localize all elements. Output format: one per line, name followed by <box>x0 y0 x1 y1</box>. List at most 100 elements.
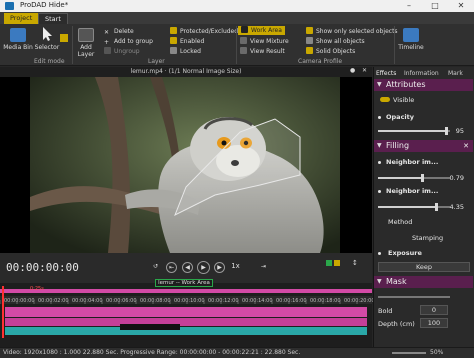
zoom-value: 50% <box>430 349 444 356</box>
delete-icon: ✕ <box>104 29 110 36</box>
marker-label: 0:25s <box>30 286 44 292</box>
work-area-track[interactable] <box>0 289 372 293</box>
ribbon-divider <box>236 26 237 64</box>
end-icon[interactable]: ⇥ <box>258 262 269 273</box>
layer-track[interactable] <box>5 318 367 326</box>
timeline-icon <box>403 28 419 42</box>
close-button[interactable]: ✕ <box>448 0 474 12</box>
ruler-tick-label: 00:00:20:00 <box>344 298 375 304</box>
clip-label[interactable]: lemur -- Work Area <box>155 279 213 287</box>
protected-excluded-toggle[interactable]: Protected/Excluded <box>170 27 238 36</box>
neighbor-2-slider[interactable] <box>378 203 450 211</box>
section-attributes[interactable]: ▼ Attributes <box>374 79 473 91</box>
snap-icon[interactable]: ↕ <box>352 259 358 267</box>
selector-mode-icon[interactable] <box>60 34 68 42</box>
work-area-button[interactable]: Work Area <box>238 26 285 35</box>
solid-objects-toggle[interactable]: Solid Objects <box>306 47 355 56</box>
view-result-button[interactable]: View Result <box>240 47 285 56</box>
delete-button[interactable]: ✕ Delete <box>104 27 134 36</box>
mixture-icon <box>240 37 247 44</box>
plus-icon: + <box>104 39 110 46</box>
zoom-slider[interactable] <box>392 352 426 354</box>
bullet-icon <box>378 252 381 255</box>
protected-icon <box>170 27 177 34</box>
loop-icon[interactable]: ↺ <box>150 262 161 273</box>
ungroup-icon <box>104 47 111 54</box>
ruler-tick-label: 00:00:12:00 <box>208 298 239 304</box>
opacity-slider[interactable] <box>378 127 450 135</box>
section-mask[interactable]: ▼ Mask <box>374 276 473 288</box>
maximize-button[interactable]: □ <box>422 0 448 12</box>
check-icon <box>170 37 177 44</box>
tab-information[interactable]: Information <box>404 69 439 78</box>
timeline-button[interactable]: Timeline <box>396 28 426 51</box>
section-filling[interactable]: ▼ Filling ✕ <box>374 140 473 152</box>
remove-icon[interactable]: ✕ <box>463 140 469 152</box>
playhead[interactable] <box>2 286 4 338</box>
tab-start[interactable]: Start <box>38 13 68 24</box>
objects-icon <box>306 37 313 44</box>
neighbor-2-value[interactable]: 4.35 <box>444 203 464 211</box>
play-button[interactable]: ▶ <box>197 261 210 274</box>
bold-input[interactable]: 0 <box>420 305 448 315</box>
tab-project[interactable]: Project <box>4 13 39 24</box>
viewer-header: lemur.mp4 · (1/1 Normal Image Size) ● ✕ <box>0 67 372 77</box>
ribbon: Media Bin Selector Edit mode Add Layer ✕… <box>0 24 474 66</box>
ruler-tick-label: 00:00:10:00 <box>174 298 205 304</box>
bullet-icon <box>378 161 381 164</box>
viewer-close-icon[interactable]: ✕ <box>362 67 367 74</box>
method-label: Method <box>388 218 413 226</box>
add-layer-button[interactable]: Add Layer <box>73 28 99 58</box>
viewer-pin-icon[interactable]: ● <box>350 67 355 74</box>
ungroup-button[interactable]: Ungroup <box>104 47 140 56</box>
show-only-selected-toggle[interactable]: Show only selected objects <box>306 27 398 36</box>
video-viewer[interactable] <box>0 77 372 253</box>
add-to-group-button[interactable]: + Add to group <box>104 37 153 46</box>
exposure-dropdown[interactable]: Keep <box>378 262 470 272</box>
selector-button[interactable]: Selector <box>34 26 60 51</box>
rewind-button[interactable]: ◀ <box>182 262 193 273</box>
keyframe-marker-icon[interactable] <box>334 260 340 266</box>
lock-icon <box>170 47 177 54</box>
neighbor-1-label: Neighbor im... <box>386 158 439 166</box>
neighbor-2-label: Neighbor im... <box>386 187 439 195</box>
view-mixture-button[interactable]: View Mixture <box>240 37 289 46</box>
status-text: Video: 1920x1080 : 1.000 22.880 Sec. Pro… <box>3 349 301 356</box>
neighbor-1-slider[interactable] <box>378 174 450 182</box>
viewer-caption: lemur.mp4 · (1/1 Normal Image Size) <box>130 68 242 75</box>
minimize-button[interactable]: – <box>396 0 422 12</box>
check-icon <box>306 27 313 34</box>
show-all-objects-toggle[interactable]: Show all objects <box>306 37 365 46</box>
audio-track[interactable] <box>5 327 367 335</box>
track-gap <box>120 324 180 330</box>
lemur-frame <box>30 77 340 253</box>
step-back-button[interactable]: ⇤ <box>166 262 177 273</box>
tab-effects[interactable]: Effects <box>376 69 396 78</box>
ruler-tick-label: 00:00:18:00 <box>310 298 341 304</box>
bullet-icon <box>378 190 381 193</box>
toggle-icon <box>380 97 390 102</box>
method-value[interactable]: Stamping <box>412 234 443 242</box>
visible-toggle[interactable]: Visible <box>380 96 414 104</box>
opacity-label: Opacity <box>386 113 414 121</box>
forward-button[interactable]: ▶ <box>214 262 225 273</box>
media-bin-button[interactable]: Media Bin <box>3 28 33 51</box>
opacity-value[interactable]: 95 <box>444 127 464 135</box>
locked-toggle[interactable]: Locked <box>170 47 201 56</box>
neighbor-1-value[interactable]: 0.79 <box>444 174 464 182</box>
enabled-toggle[interactable]: Enabled <box>170 37 204 46</box>
work-area-icon <box>241 26 248 33</box>
keyframe-marker-icon[interactable] <box>326 260 332 266</box>
video-track-clip[interactable] <box>5 307 367 317</box>
depth-input[interactable]: 100 <box>420 318 448 328</box>
ruler-tick-label: 00:00:02:00 <box>38 298 69 304</box>
speed-display[interactable]: 1x <box>230 262 241 273</box>
group-edit-mode: Edit mode <box>34 58 65 65</box>
ruler-tick-label: 00:00:16:00 <box>276 298 307 304</box>
tab-mark[interactable]: Mark <box>448 69 463 78</box>
ribbon-tabs: Project Start <box>0 12 474 24</box>
group-layer: Layer <box>148 58 165 65</box>
layer-icon <box>78 28 94 42</box>
mask-slider[interactable] <box>378 296 450 298</box>
depth-label: Depth (cm) <box>378 320 415 328</box>
